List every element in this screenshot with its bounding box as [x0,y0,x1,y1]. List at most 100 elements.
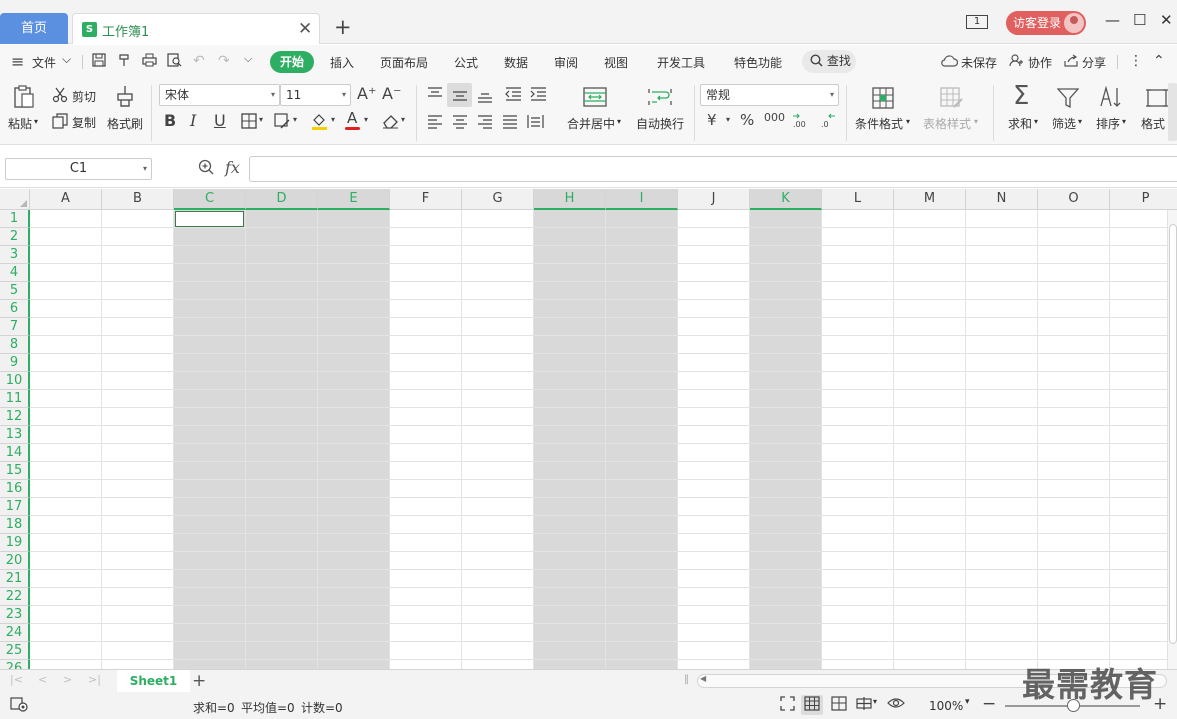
justify-icon[interactable] [502,115,518,132]
column-header[interactable]: O [1038,189,1110,210]
row-header[interactable]: 8 [0,336,30,354]
tab-insert[interactable]: 插入 [330,54,354,71]
font-size-select[interactable]: 11 ▾ [280,84,351,106]
view-dropdown-icon[interactable]: ▾ [873,697,877,706]
row-header[interactable]: 5 [0,282,30,300]
tab-formulas[interactable]: 公式 [454,54,478,71]
sum-button[interactable]: 求和 [1008,115,1032,132]
selected-column-cells[interactable] [248,210,316,669]
merge-center-icon[interactable] [583,87,607,112]
eraser-icon[interactable] [382,113,399,132]
window-count-indicator[interactable]: 1 [966,15,988,29]
row-header[interactable]: 19 [0,534,30,552]
vertical-scrollbar[interactable] [1167,210,1177,669]
column-header[interactable]: H [534,189,606,210]
macro-record-icon[interactable] [10,696,28,716]
column-header[interactable]: F [390,189,462,210]
selected-column-fill[interactable] [750,210,822,669]
row-header[interactable]: 25 [0,642,30,660]
tab-data[interactable]: 数据 [504,54,528,71]
borders-dropdown-icon[interactable]: ▾ [259,116,263,124]
selected-column-fill[interactable] [246,210,318,669]
column-header[interactable]: C [174,189,246,210]
selected-column-fill[interactable] [606,210,678,669]
paste-dropdown-icon[interactable]: ▾ [34,117,38,126]
new-tab-button[interactable]: + [334,15,352,39]
wrap-text-icon[interactable] [648,87,672,112]
conditional-format-dropdown-icon[interactable]: ▾ [906,117,910,126]
row-header[interactable]: 6 [0,300,30,318]
font-color-button[interactable]: A [347,111,357,126]
decrease-decimal-icon[interactable]: .0 [818,112,836,131]
format-painter-button[interactable]: 格式刷 [107,115,143,132]
spreadsheet-grid[interactable]: ABCDEFGHIJKLMNOP 1 2 3 4 5 6 7 8 9 10 11 12 13 14 15 16… [0,189,1177,669]
sum-dropdown-icon[interactable]: ▾ [1034,117,1038,126]
format-icon[interactable] [1145,87,1169,114]
print-icon[interactable] [142,53,157,71]
row-header[interactable]: 24 [0,624,30,642]
row-header[interactable]: 3 [0,246,30,264]
last-sheet-button[interactable]: >| [88,673,101,686]
italic-button[interactable]: I [190,113,196,129]
redo-icon[interactable]: ↷ [218,53,230,69]
align-bottom-icon[interactable] [477,89,493,106]
row-header[interactable]: 18 [0,516,30,534]
increase-indent-icon[interactable] [530,87,547,104]
zoom-dropdown-icon[interactable]: ▾ [965,697,970,707]
column-header[interactable]: B [102,189,174,210]
chevron-down-icon[interactable]: ⌵ [62,52,71,67]
merge-center-button[interactable]: 合并居中 [567,115,615,132]
sort-button[interactable]: 排序 [1096,115,1120,132]
share-button[interactable]: 分享 [1082,54,1106,71]
zoom-out-button[interactable]: − [982,694,996,714]
column-header[interactable]: J [678,189,750,210]
fill-color-dropdown-icon[interactable]: ▾ [331,116,335,124]
column-header[interactable]: M [894,189,966,210]
fullscreen-icon[interactable] [780,696,795,715]
row-header[interactable]: 21 [0,570,30,588]
column-header[interactable]: D [246,189,318,210]
page-break-view-icon[interactable] [856,696,872,715]
file-menu[interactable]: 文件 [32,54,56,71]
minimize-button[interactable]: — [1105,11,1120,29]
sum-icon[interactable]: Σ [1013,83,1029,109]
align-center-icon[interactable] [452,115,468,132]
sort-dropdown-icon[interactable]: ▾ [1122,117,1126,126]
quick-access-more-icon[interactable]: ⌵ [244,52,252,66]
underline-button[interactable]: U [214,113,226,129]
paste-icon[interactable] [13,85,35,114]
print-preview-icon[interactable] [167,53,182,71]
add-sheet-button[interactable]: + [192,671,206,691]
selected-column-cells[interactable] [536,210,604,669]
column-header[interactable]: G [462,189,534,210]
conditional-format-icon[interactable] [872,87,894,114]
selected-column-cells[interactable] [752,210,820,669]
tab-home[interactable]: 首页 [0,13,68,44]
active-cell[interactable] [175,211,244,227]
tab-page-layout[interactable]: 页面布局 [380,54,428,71]
font-color-dropdown-icon[interactable]: ▾ [364,116,368,124]
row-header[interactable]: 22 [0,588,30,606]
column-header[interactable]: I [606,189,678,210]
conditional-format-button[interactable]: 条件格式 [855,115,903,132]
row-header[interactable]: 15 [0,462,30,480]
cell-style-icon[interactable] [274,113,291,132]
tab-review[interactable]: 审阅 [554,54,578,71]
borders-icon[interactable] [241,113,257,132]
row-header[interactable]: 12 [0,408,30,426]
format-painter-quick-icon[interactable] [117,53,131,71]
row-header[interactable]: 11 [0,390,30,408]
selected-column-fill[interactable] [174,210,246,669]
zoom-formula-icon[interactable] [198,159,214,179]
decrease-font-size-icon[interactable]: A⁻ [382,86,401,102]
column-header[interactable]: L [822,189,894,210]
number-format-select[interactable]: 常规 ▾ [700,84,839,106]
format-button[interactable]: 格式 [1141,115,1165,132]
paste-button[interactable]: 粘贴 [8,115,32,132]
select-all-corner[interactable] [0,189,30,210]
row-header[interactable]: 14 [0,444,30,462]
row-header[interactable]: 2 [0,228,30,246]
filter-button[interactable]: 筛选 [1052,115,1076,132]
clear-dropdown-icon[interactable]: ▾ [401,116,405,124]
merge-dropdown-icon[interactable]: ▾ [617,117,621,126]
